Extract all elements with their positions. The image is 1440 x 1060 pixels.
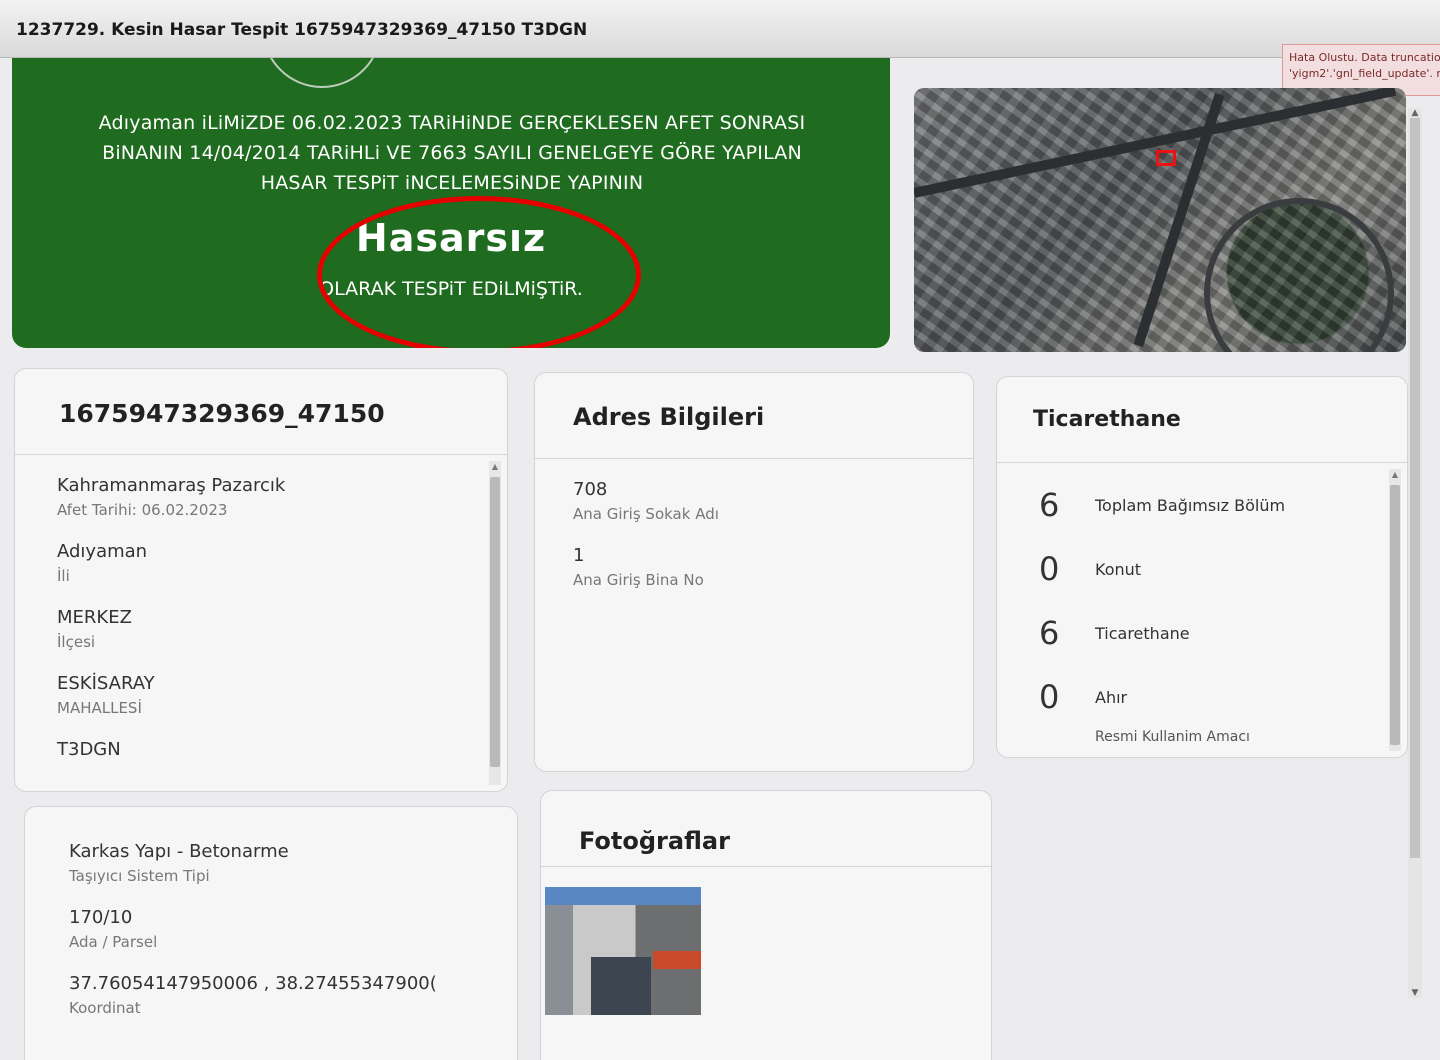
banner-description: Adıyaman iLiMiZDE 06.02.2023 TARiHiNDE G… (98, 112, 806, 194)
error-message-line-1: Hata Olustu. Data truncation (1289, 51, 1440, 64)
scrollbar-thumb[interactable] (1390, 485, 1400, 745)
usage-card: Ticarethane 6 Toplam Bağımsız Bölüm 0 Ko… (996, 376, 1408, 758)
scroll-up-icon[interactable]: ▲ (1408, 108, 1422, 118)
official-use-label: Resmi Kullanim Amacı (1095, 729, 1250, 745)
street-field: 708 Ana Giriş Sokak Adı (573, 479, 719, 523)
photos-card: Fotoğraflar (540, 790, 992, 1060)
map-roundabout (1204, 198, 1394, 352)
building-marker-icon (1156, 150, 1176, 166)
address-info-list: 708 Ana Giriş Sokak Adı 1 Ana Giriş Bina… (535, 459, 973, 771)
structural-system-field: Karkas Yapı - Betonarme Taşıyıcı Sistem … (69, 841, 289, 885)
usage-scrollbar[interactable]: ▲ (1389, 469, 1401, 751)
scroll-up-icon[interactable]: ▲ (489, 461, 501, 473)
page-scrollbar-thumb[interactable] (1410, 118, 1420, 858)
page-scrollbar[interactable]: ▲ ▼ (1408, 108, 1422, 998)
usage-card-title: Ticarethane (997, 377, 1407, 463)
scroll-up-icon[interactable]: ▲ (1389, 469, 1401, 481)
scrollbar-thumb[interactable] (490, 477, 500, 767)
satellite-map[interactable] (914, 88, 1406, 352)
coordinate-field: 37.76054147950006 , 38.27455347900( Koor… (69, 973, 437, 1017)
highlight-circle (317, 196, 641, 348)
stat-total-units: 6 Toplam Bağımsız Bölüm (1039, 486, 1286, 524)
district-field: MERKEZ İlçesi (57, 607, 132, 651)
address-card-title: Adres Bilgileri (535, 373, 973, 459)
building-info-card: 1675947329369_47150 Kahramanmaraş Pazarc… (14, 368, 508, 792)
stat-residence: 0 Konut (1039, 550, 1142, 588)
error-message-line-2: 'yigm2'.'gnl_field_update'. n (1289, 67, 1440, 80)
building-number-field: 1 Ana Giriş Bina No (573, 545, 704, 589)
photo-storefront (591, 957, 651, 1015)
structure-info-list: Karkas Yapı - Betonarme Taşıyıcı Sistem … (25, 807, 517, 1060)
stat-commercial: 6 Ticarethane (1039, 614, 1190, 652)
photos-card-title: Fotoğraflar (541, 791, 991, 867)
usage-stats-list[interactable]: 6 Toplam Bağımsız Bölüm 0 Konut 6 Ticare… (997, 463, 1407, 757)
map-road (914, 88, 1397, 198)
building-code-field: T3DGN (57, 739, 121, 760)
structure-card: Karkas Yapı - Betonarme Taşıyıcı Sistem … (24, 806, 518, 1060)
disaster-field: Kahramanmaraş Pazarcık Afet Tarihi: 06.0… (57, 475, 286, 519)
photo-sign (653, 951, 701, 969)
scroll-down-icon[interactable]: ▼ (1408, 988, 1422, 998)
parcel-field: 170/10 Ada / Parsel (69, 907, 158, 951)
building-id-title: 1675947329369_47150 (15, 369, 507, 455)
province-field: Adıyaman İli (57, 541, 148, 585)
damage-result-banner: Adıyaman iLiMiZDE 06.02.2023 TARiHiNDE G… (12, 58, 890, 348)
stat-barn: 0 Ahır (1039, 678, 1128, 716)
address-card: Adres Bilgileri 708 Ana Giriş Sokak Adı … (534, 372, 974, 772)
neighborhood-field: ESKİSARAY MAHALLESİ (57, 673, 155, 717)
card-scrollbar[interactable]: ▲ (489, 461, 501, 785)
building-info-list[interactable]: Kahramanmaraş Pazarcık Afet Tarihi: 06.0… (15, 455, 507, 791)
window-title: 1237729. Kesin Hasar Tespit 167594732936… (0, 0, 1440, 58)
ministry-seal-icon (262, 58, 382, 88)
building-photo-thumbnail[interactable] (545, 887, 701, 1015)
